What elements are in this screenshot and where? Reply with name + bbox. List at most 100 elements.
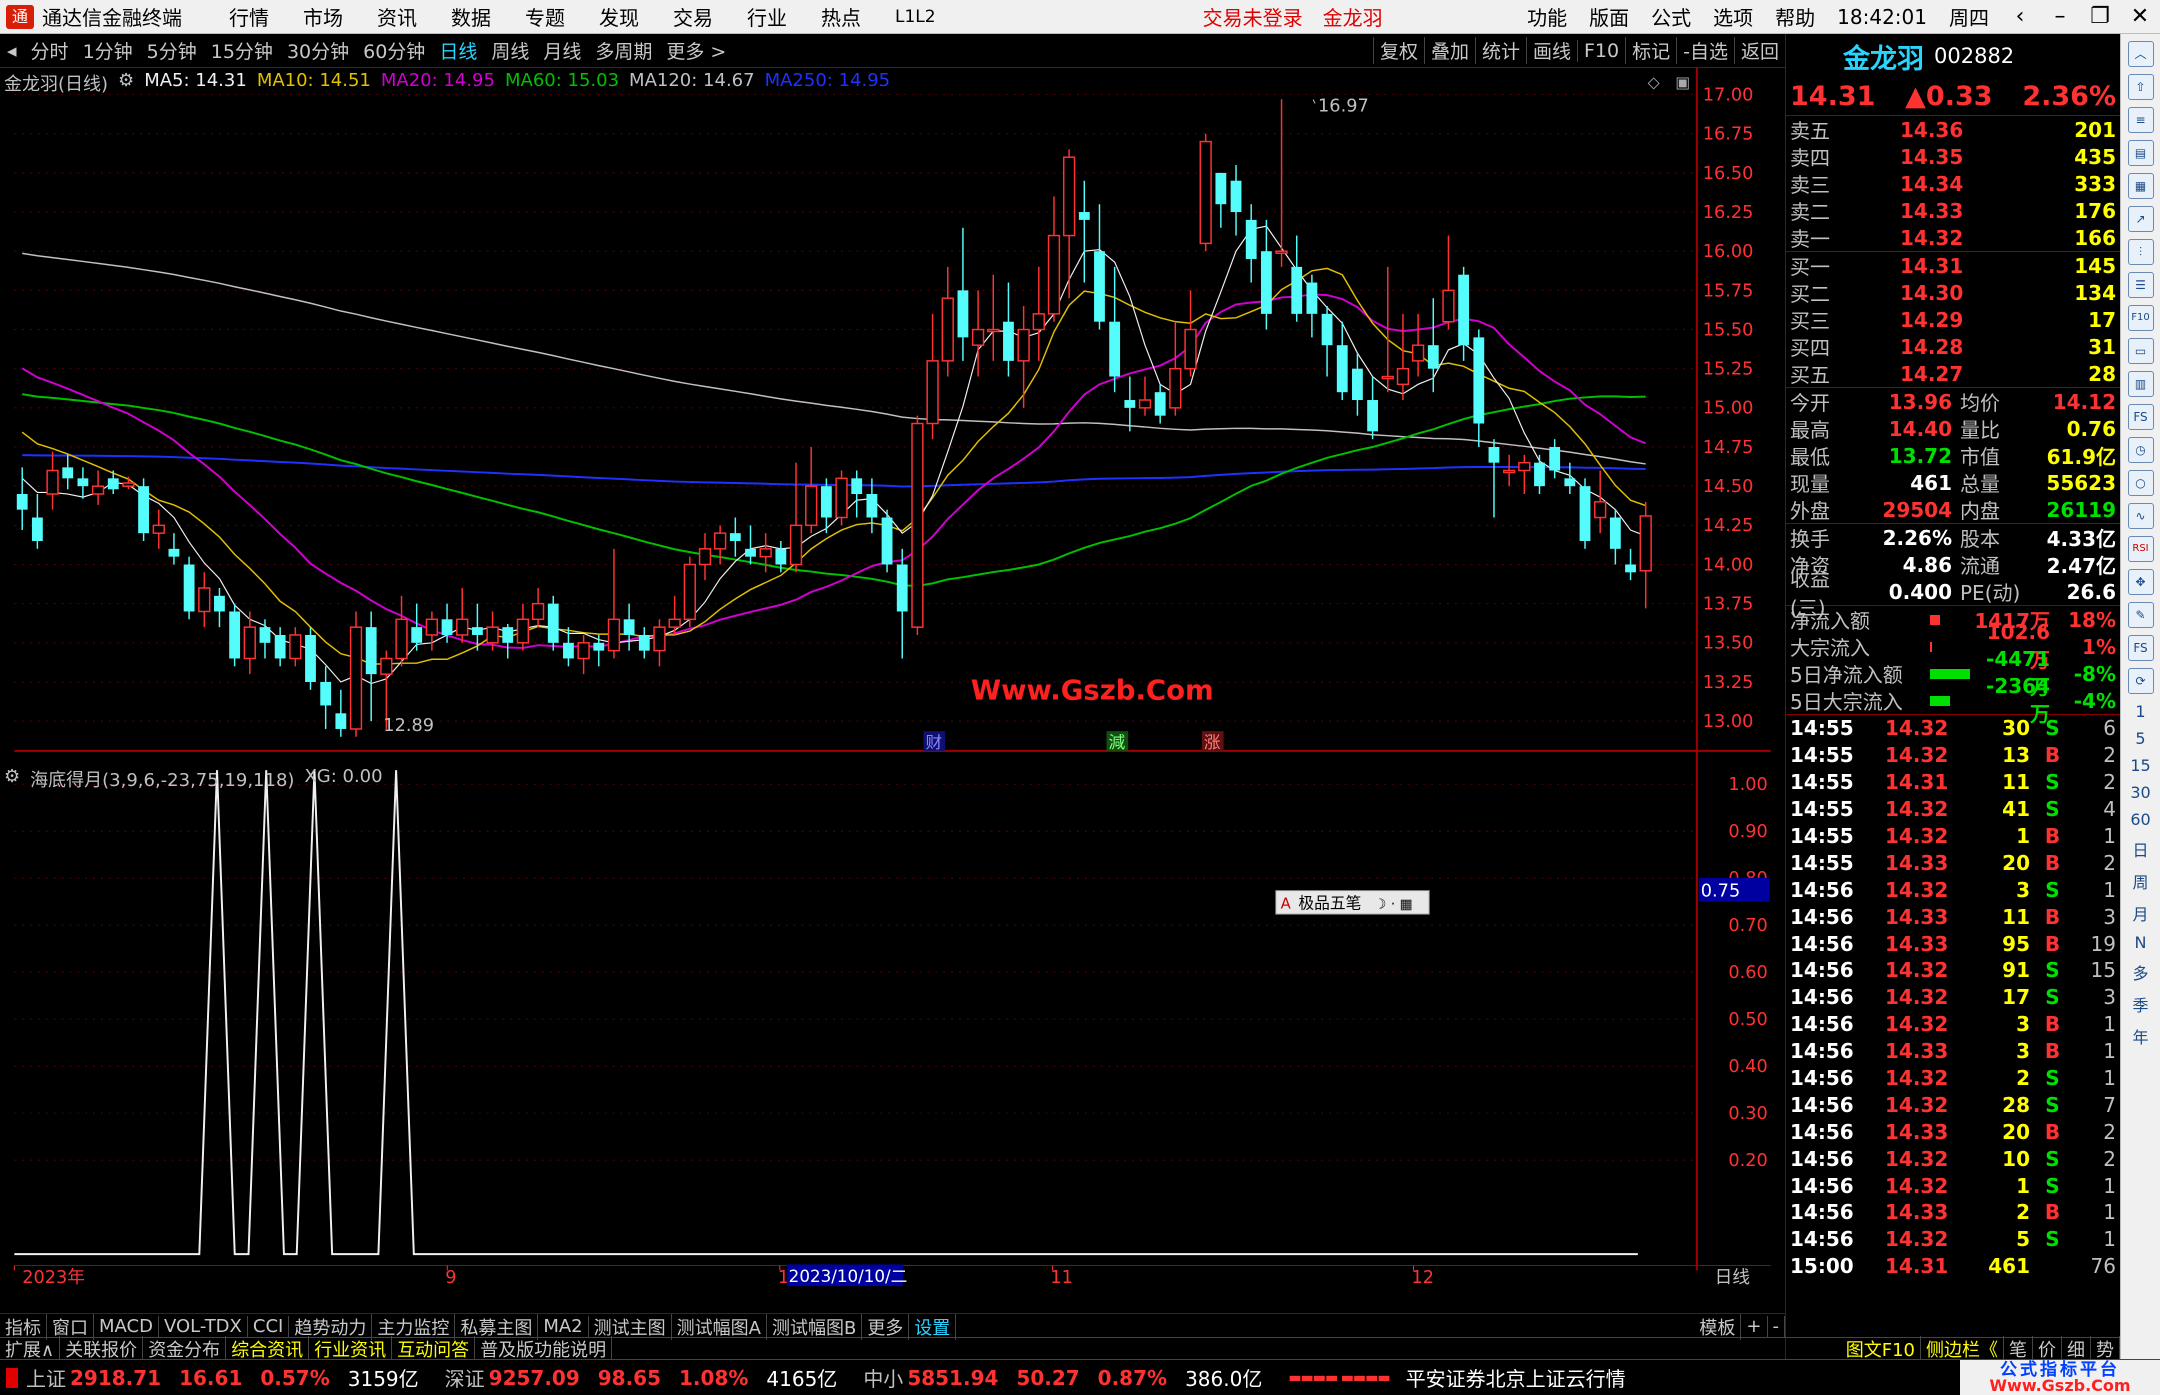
tab-guanlian[interactable]: 关联报价 xyxy=(60,1335,144,1362)
period-fenshi[interactable]: 分时 xyxy=(24,37,76,64)
period-icon-n[interactable]: N xyxy=(2126,933,2156,952)
tab-vol-tdx[interactable]: VOL-TDX xyxy=(159,1316,248,1337)
template-button[interactable]: 模板 xyxy=(1694,1313,1742,1340)
tab-kuozhan[interactable]: 扩展∧ xyxy=(0,1335,61,1362)
index-shenzhen[interactable]: 深证 9257.09 98.65 1.08% 4165亿 xyxy=(445,1363,856,1392)
ime-toolbar[interactable]: A 极品五笔 ☽ · ▦ xyxy=(1275,890,1430,915)
tick-list[interactable]: 14:55 14.32 30 S 6 14:55 14.32 13 B 2 14:55 14.31 11… xyxy=(1786,715,2120,1280)
orderbook-row[interactable]: 买二 14.30 134 xyxy=(1786,279,2120,307)
tool-tongji[interactable]: 统计 xyxy=(1474,37,1526,64)
tool-f10[interactable]: F10 xyxy=(1577,39,1625,62)
orderbook-row[interactable]: 买四 14.28 31 xyxy=(1786,333,2120,361)
menu-banmian[interactable]: 版面 xyxy=(1589,2,1629,31)
minimize-icon[interactable]: – xyxy=(2040,4,2080,29)
tab-ceshi-futu-a[interactable]: 测试幅图A xyxy=(672,1313,767,1340)
index-shanghai[interactable]: 上证 2918.71 16.61 0.57% 3159亿 xyxy=(26,1363,437,1392)
pen-icon[interactable]: ✎ xyxy=(2127,602,2154,628)
tool-diejia[interactable]: 叠加 xyxy=(1423,37,1475,64)
menu-shuju[interactable]: 数据 xyxy=(451,2,491,31)
period-more[interactable]: 更多 > xyxy=(659,37,733,64)
tab-shi[interactable]: 势 xyxy=(2091,1335,2120,1362)
period-icon-1[interactable]: 1 xyxy=(2126,702,2156,721)
period-daily[interactable]: 日线 xyxy=(432,37,484,64)
kline-icon[interactable]: ⫶ xyxy=(2127,239,2154,265)
tab-hudong[interactable]: 互动问答 xyxy=(392,1335,476,1362)
tab-cci[interactable]: CCI xyxy=(248,1316,290,1337)
tab-bi[interactable]: 笔 xyxy=(2004,1335,2033,1362)
tool-huaxian[interactable]: 画线 xyxy=(1525,37,1577,64)
indicator-title[interactable]: 海底得月(3,9,6,-23,75,19,118) xyxy=(30,766,294,792)
orderbook-row[interactable]: 卖五 14.36 201 xyxy=(1786,116,2120,144)
doc-icon[interactable]: ▭ xyxy=(2127,338,2154,364)
f10-icon[interactable]: F10 xyxy=(2127,305,2154,331)
collapse-up-icon[interactable]: ︿ xyxy=(2127,41,2154,67)
tab-jia[interactable]: 价 xyxy=(2033,1335,2062,1362)
tab-shezhi[interactable]: 设置 xyxy=(909,1313,957,1340)
menu-shichang[interactable]: 市场 xyxy=(303,2,343,31)
period-icon-month[interactable]: 月 xyxy=(2126,901,2156,925)
tab-cebianlan[interactable]: 侧边栏《 xyxy=(1921,1335,2004,1362)
panel-icon[interactable]: ▣ xyxy=(1675,73,1690,92)
menu-zhuanti[interactable]: 专题 xyxy=(525,2,565,31)
period-monthly[interactable]: 月线 xyxy=(536,37,588,64)
wave-icon[interactable]: ∿ xyxy=(2127,503,2154,529)
period-icon-60[interactable]: 60 xyxy=(2126,810,2156,829)
upload-icon[interactable]: ⇧ xyxy=(2127,74,2154,100)
tab-gengduo[interactable]: 更多 xyxy=(862,1313,910,1340)
tab-xi[interactable]: 细 xyxy=(2062,1335,2091,1362)
menu-gongneng[interactable]: 功能 xyxy=(1527,2,1567,31)
collapse-icon[interactable]: ◂ xyxy=(0,40,24,62)
cross-icon[interactable]: ✥ xyxy=(2127,569,2154,595)
period-icon-15[interactable]: 15 xyxy=(2126,756,2156,775)
news-icon[interactable]: ▥ xyxy=(2127,371,2154,397)
period-15min[interactable]: 15分钟 xyxy=(204,37,280,64)
restore-icon[interactable]: ❐ xyxy=(2080,4,2120,29)
tool-zixuan[interactable]: -自选 xyxy=(1676,37,1734,64)
period-icon-5[interactable]: 5 xyxy=(2126,729,2156,748)
diamond-icon[interactable]: ◇ xyxy=(1648,73,1661,92)
index-zhongxiao[interactable]: 中小 5851.94 50.27 0.87% 386.0亿 xyxy=(863,1363,1280,1392)
menu-bangzhu[interactable]: 帮助 xyxy=(1775,2,1815,31)
menu-gongshi[interactable]: 公式 xyxy=(1651,2,1691,31)
period-30min[interactable]: 30分钟 xyxy=(280,37,356,64)
indicator-settings-icon[interactable]: ⚙ xyxy=(4,766,20,792)
orderbook-row[interactable]: 卖二 14.33 176 xyxy=(1786,197,2120,225)
period-weekly[interactable]: 周线 xyxy=(484,37,536,64)
circle-icon[interactable]: ○ xyxy=(2127,470,2154,496)
tool-fanhui[interactable]: 返回 xyxy=(1733,37,1785,64)
add-button[interactable]: + xyxy=(1741,1316,1768,1337)
period-multi[interactable]: 多周期 xyxy=(588,37,659,64)
menu-hangqing[interactable]: 行情 xyxy=(229,2,269,31)
back-arrow-icon[interactable]: ‹ xyxy=(2000,4,2040,29)
orderbook-row[interactable]: 买五 14.27 28 xyxy=(1786,360,2120,388)
tool-biaoji[interactable]: 标记 xyxy=(1625,37,1676,64)
tab-tuwen-f10[interactable]: 图文F10 xyxy=(1841,1335,1921,1362)
period-icon-30[interactable]: 30 xyxy=(2126,783,2156,802)
menu-hangye[interactable]: 行业 xyxy=(747,2,787,31)
fs2-icon[interactable]: FS xyxy=(2127,635,2154,661)
tab-shuoming[interactable]: 普及版功能说明 xyxy=(475,1335,613,1362)
period-icon-day[interactable]: 日 xyxy=(2126,837,2156,861)
remove-button[interactable]: - xyxy=(1768,1316,1785,1337)
clock-icon[interactable]: ◷ xyxy=(2127,437,2154,463)
stock-tag[interactable]: 金龙羽 xyxy=(1323,2,1383,31)
menu-l1l2[interactable]: L1L2 xyxy=(895,7,936,27)
orderbook-row[interactable]: 卖三 14.34 333 xyxy=(1786,170,2120,198)
list-icon[interactable]: ≡ xyxy=(2127,107,2154,133)
login-status[interactable]: 交易未登录 xyxy=(1203,2,1303,31)
rsi-icon[interactable]: RSI xyxy=(2127,536,2154,562)
period-60min[interactable]: 60分钟 xyxy=(356,37,432,64)
orderbook-row[interactable]: 买三 14.29 17 xyxy=(1786,306,2120,334)
fs-icon[interactable]: FS xyxy=(2127,404,2154,430)
tab-hangye-zixun[interactable]: 行业资讯 xyxy=(309,1335,393,1362)
trend-icon[interactable]: ↗ xyxy=(2127,206,2154,232)
orderbook-row[interactable]: 卖四 14.35 435 xyxy=(1786,143,2120,171)
settings-icon[interactable]: ⚙ xyxy=(118,70,134,96)
orderbook-row[interactable]: 卖一 14.32 166 xyxy=(1786,224,2120,252)
tab-ceshi-futu-b[interactable]: 测试幅图B xyxy=(767,1313,863,1340)
chart-icon[interactable]: ▤ xyxy=(2127,140,2154,166)
period-icon-week[interactable]: 周 xyxy=(2126,869,2156,893)
period-5min[interactable]: 5分钟 xyxy=(140,37,204,64)
refresh-icon[interactable]: ⟳ xyxy=(2127,668,2154,694)
tab-macd[interactable]: MACD xyxy=(94,1316,159,1337)
